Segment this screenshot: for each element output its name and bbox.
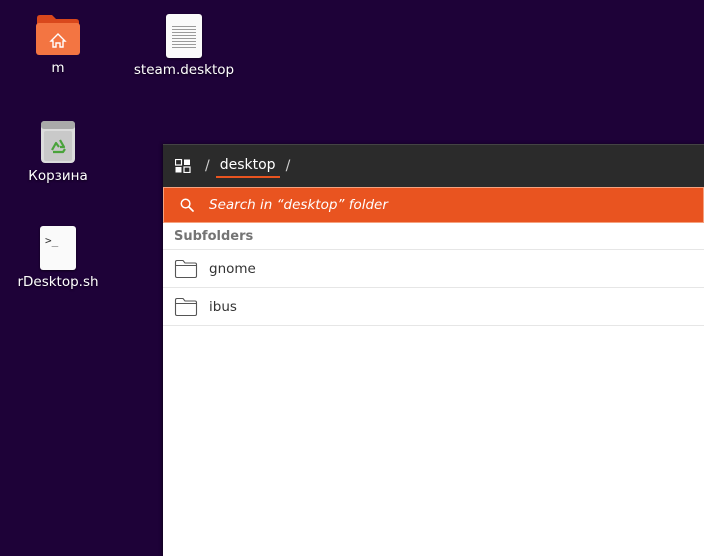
- home-folder-icon: [35, 14, 81, 56]
- desktop-icon-home-folder[interactable]: m: [0, 14, 118, 76]
- location-bar: / desktop /: [163, 144, 704, 187]
- desktop-icon-steam-desktop[interactable]: steam.desktop: [124, 14, 244, 78]
- desktop-icon-label: rDesktop.sh: [17, 274, 99, 290]
- folder-name: gnome: [209, 260, 256, 277]
- desktop-icon-trash[interactable]: Корзина: [0, 120, 118, 184]
- breadcrumb-current-folder[interactable]: desktop: [215, 157, 280, 178]
- file-chooser-window: / desktop / Search in “desktop” folder S…: [163, 144, 704, 556]
- folder-name: ibus: [209, 298, 237, 315]
- desktop-icon-label: Корзина: [28, 168, 88, 184]
- search-placeholder: Search in “desktop” folder: [209, 197, 388, 213]
- breadcrumb-separator: /: [205, 158, 210, 174]
- terminal-prompt-glyph: >_: [45, 234, 59, 247]
- folder-row-gnome[interactable]: gnome: [163, 250, 704, 288]
- places-grid-icon[interactable]: [174, 158, 191, 174]
- folder-icon: [174, 297, 198, 317]
- search-icon: [180, 198, 194, 212]
- search-field[interactable]: Search in “desktop” folder: [163, 187, 704, 223]
- breadcrumb-separator: /: [285, 158, 291, 174]
- desktop-icon-label: m: [51, 60, 65, 76]
- document-icon: [166, 14, 202, 58]
- subfolders-section-header: Subfolders: [163, 223, 704, 250]
- desktop: m steam.desktop Корзина >_ rDesktop.sh /…: [0, 0, 704, 556]
- trash-icon: [40, 120, 76, 164]
- folder-row-ibus[interactable]: ibus: [163, 288, 704, 326]
- desktop-icon-label: steam.desktop: [133, 62, 235, 78]
- desktop-icon-rdesktop-sh[interactable]: >_ rDesktop.sh: [0, 226, 118, 290]
- terminal-script-icon: >_: [40, 226, 76, 270]
- folder-icon: [174, 259, 198, 279]
